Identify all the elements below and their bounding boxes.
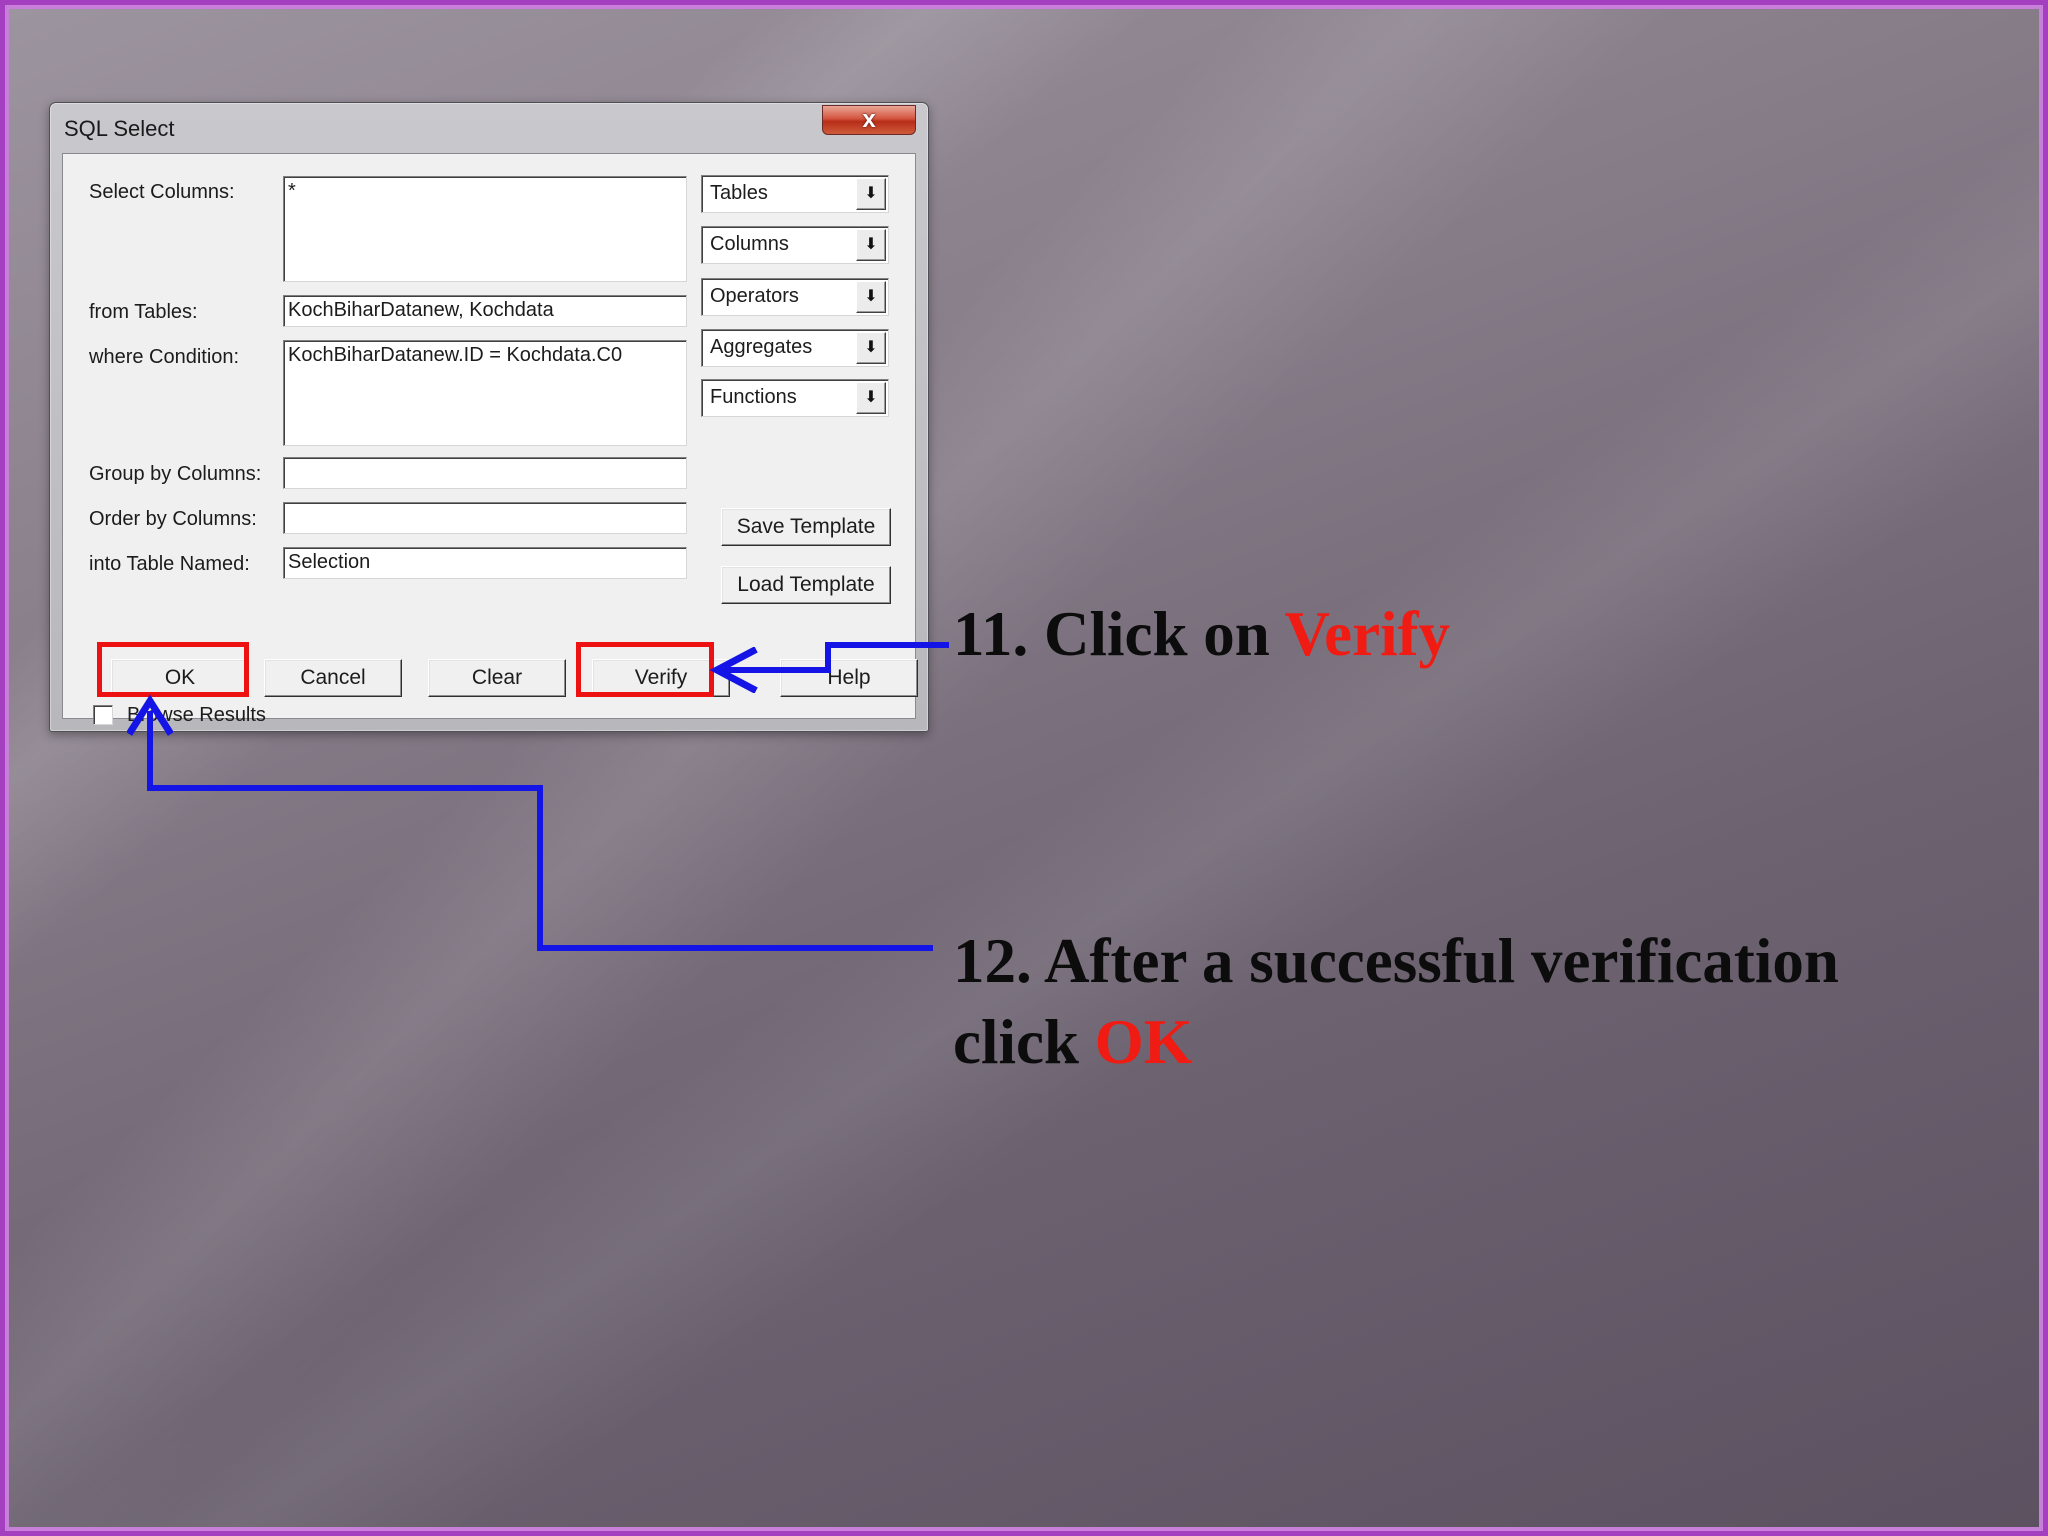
verify-highlight-box (576, 642, 714, 697)
dropdown-arrow-icon[interactable]: ⬇ (856, 178, 886, 210)
columns-dropdown-label: Columns (710, 233, 789, 255)
cancel-button[interactable]: Cancel (264, 659, 402, 697)
aggregates-dropdown[interactable]: Aggregates ⬇ (701, 329, 889, 367)
step-11-callout: 11. Click on Verify (953, 603, 1450, 666)
functions-dropdown[interactable]: Functions ⬇ (701, 379, 889, 417)
dialog-client-area: Select Columns: from Tables: where Condi… (62, 153, 916, 726)
verify-connector-line (825, 642, 949, 648)
into-table-input[interactable]: Selection (283, 547, 687, 579)
sql-select-dialog: SQL Select x Select Columns: from Tables… (49, 102, 929, 732)
from-tables-input[interactable]: KochBiharDatanew, Kochdata (283, 295, 687, 327)
step-12-callout-line1: 12. After a successful verification (953, 926, 1839, 996)
dialog-titlebar[interactable]: SQL Select x (50, 103, 928, 151)
slide-background: SQL Select x Select Columns: from Tables… (0, 0, 2048, 1536)
help-button[interactable]: Help (780, 659, 918, 697)
into-table-label: into Table Named: (89, 553, 250, 575)
ok-connector-line (537, 785, 543, 951)
where-condition-label: where Condition: (89, 346, 240, 368)
order-by-label: Order by Columns: (89, 508, 257, 530)
clear-button[interactable]: Clear (428, 659, 566, 697)
step-11-highlight: Verify (1284, 599, 1451, 669)
step-11-text: 11. Click on (953, 599, 1285, 669)
where-condition-input[interactable]: KochBiharDatanew.ID = Kochdata.C0 (283, 340, 687, 446)
ok-connector-line (537, 945, 933, 951)
operators-dropdown-label: Operators (710, 285, 799, 307)
arrow-up-icon (127, 695, 173, 736)
group-by-input[interactable] (283, 457, 687, 489)
tables-dropdown[interactable]: Tables ⬇ (701, 175, 889, 213)
browse-results-checkbox[interactable] (93, 705, 113, 725)
step-12-callout-line2: click OK (953, 1011, 1193, 1074)
close-button[interactable]: x (822, 105, 916, 135)
load-template-button[interactable]: Load Template (721, 566, 891, 604)
step-12-text: click (953, 1007, 1095, 1077)
from-tables-label: from Tables: (89, 301, 198, 323)
dialog-title: SQL Select (64, 116, 175, 141)
step-12-highlight: OK (1094, 1007, 1193, 1077)
dropdown-arrow-icon[interactable]: ⬇ (856, 281, 886, 313)
save-template-button[interactable]: Save Template (721, 508, 891, 546)
arrow-left-icon (709, 647, 758, 693)
select-columns-label: Select Columns: (89, 181, 235, 203)
select-columns-input[interactable]: * (283, 176, 687, 282)
order-by-input[interactable] (283, 502, 687, 534)
aggregates-dropdown-label: Aggregates (710, 336, 813, 358)
dropdown-arrow-icon[interactable]: ⬇ (856, 332, 886, 364)
functions-dropdown-label: Functions (710, 386, 797, 408)
dropdown-arrow-icon[interactable]: ⬇ (856, 229, 886, 261)
tables-dropdown-label: Tables (710, 182, 768, 204)
operators-dropdown[interactable]: Operators ⬇ (701, 278, 889, 316)
group-by-label: Group by Columns: (89, 463, 262, 485)
columns-dropdown[interactable]: Columns ⬇ (701, 226, 889, 264)
close-icon: x (862, 106, 876, 133)
dropdown-arrow-icon[interactable]: ⬇ (856, 382, 886, 414)
ok-connector-line (147, 785, 543, 791)
ok-highlight-box (97, 642, 249, 697)
